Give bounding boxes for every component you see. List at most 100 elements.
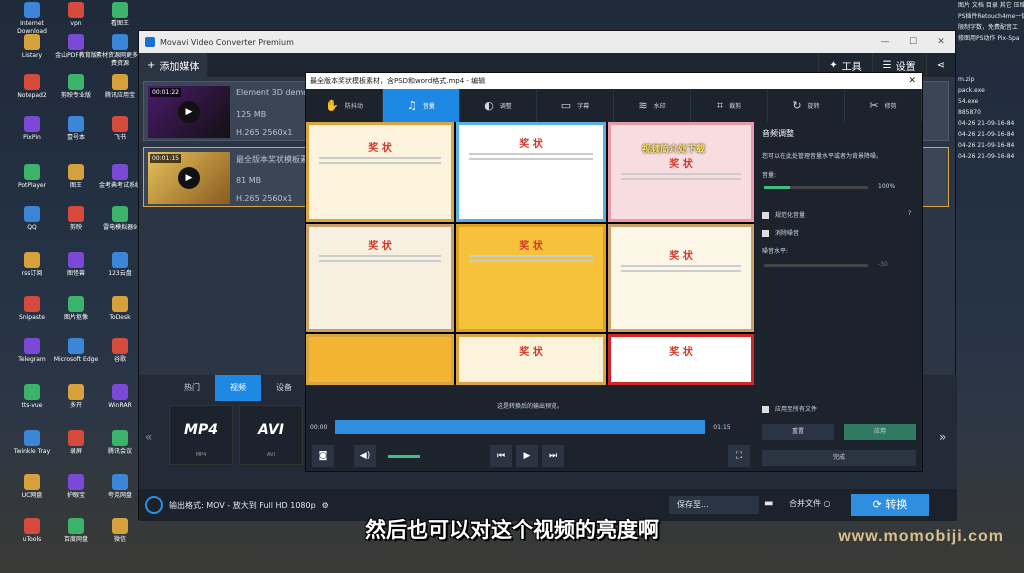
- done-button[interactable]: 完成: [762, 450, 916, 466]
- file-entry[interactable]: 图片 文档 目录 其它 压缩: [958, 0, 1024, 11]
- help-icon[interactable]: ?: [908, 210, 911, 217]
- play-button[interactable]: ▶: [516, 445, 538, 467]
- next-button[interactable]: ⏭: [542, 445, 564, 467]
- timeline[interactable]: 00:00 01:15: [310, 419, 750, 435]
- volume-slider[interactable]: [764, 186, 868, 189]
- apply-all-checkbox[interactable]: 应用至所有文件: [762, 404, 817, 413]
- desktop-icon[interactable]: 图片抠像: [52, 296, 100, 322]
- desktop-icon[interactable]: Twinkle Tray: [8, 430, 56, 456]
- noise-slider[interactable]: [764, 264, 868, 267]
- file-entry[interactable]: 54.exe: [958, 96, 1024, 107]
- tab-video[interactable]: 视频: [215, 375, 261, 401]
- file-entry[interactable]: PS插件Retouch4me一键磨皮液钢衣服: [958, 11, 1024, 22]
- desktop-icon[interactable]: Snipaste: [8, 296, 56, 322]
- desktop-icon[interactable]: Listary: [8, 34, 56, 60]
- normalize-checkbox[interactable]: 规范化音量: [762, 210, 805, 219]
- desktop-icon[interactable]: Internet Download: [8, 2, 56, 36]
- timeline-bar[interactable]: [335, 420, 706, 434]
- tab-trim[interactable]: ✂ 修剪: [845, 89, 922, 122]
- desktop-icon[interactable]: 夸克网盘: [96, 474, 144, 500]
- desktop-icon[interactable]: tts-vue: [8, 384, 56, 410]
- file-entry[interactable]: 885870: [958, 107, 1024, 118]
- close-icon[interactable]: ✕: [908, 76, 916, 86]
- format-avi[interactable]: AVI AVI: [239, 405, 303, 465]
- file-entry[interactable]: m.zip: [958, 74, 1024, 85]
- play-icon[interactable]: ▶: [178, 167, 200, 189]
- mute-button[interactable]: ◀): [354, 445, 376, 467]
- snapshot-button[interactable]: ◙: [312, 445, 334, 467]
- desktop-icon[interactable]: PotPlayer: [8, 164, 56, 190]
- desktop-icon[interactable]: QQ: [8, 206, 56, 232]
- desktop-icon[interactable]: 图王: [52, 164, 100, 190]
- file-entry[interactable]: 限制字数，免费配音工: [958, 22, 1024, 33]
- desktop-icon[interactable]: 剪映: [52, 206, 100, 232]
- desktop-icon[interactable]: 雷电模拟器9: [96, 206, 144, 232]
- save-to-field[interactable]: 保存至...: [669, 496, 759, 514]
- file-entry[interactable]: 04-26 21-09-16-84: [958, 151, 1024, 162]
- reset-button[interactable]: 重置: [762, 424, 834, 440]
- denoise-checkbox[interactable]: 消除噪音: [762, 228, 799, 237]
- share-button[interactable]: ⋖: [925, 53, 955, 77]
- file-entry[interactable]: 04-26 21-09-16-84: [958, 118, 1024, 129]
- folder-icon[interactable]: ▬: [764, 498, 773, 509]
- desktop-icon[interactable]: PixPin: [8, 116, 56, 142]
- desktop-icon[interactable]: 看图王: [96, 2, 144, 28]
- tab-crop[interactable]: ⌗ 裁剪: [691, 89, 768, 122]
- desktop-icon[interactable]: 谷歌: [96, 338, 144, 364]
- maximize-button[interactable]: ☐: [899, 37, 927, 47]
- desktop-icon[interactable]: 123云盘: [96, 252, 144, 278]
- desktop-icon[interactable]: UC网盘: [8, 474, 56, 500]
- file-entry[interactable]: pack.exe: [958, 85, 1024, 96]
- desktop-icon[interactable]: 多开: [52, 384, 100, 410]
- file-thumbnail[interactable]: 00:01:22 ▶: [148, 86, 230, 138]
- desktop-icon[interactable]: ToDesk: [96, 296, 144, 322]
- desktop-icon[interactable]: 图怪兽: [52, 252, 100, 278]
- desktop-icon[interactable]: 护眼宝: [52, 474, 100, 500]
- convert-button[interactable]: ⟳ 转换: [851, 494, 929, 516]
- desktop-icon[interactable]: 素材资源网更多免费资源: [96, 34, 144, 68]
- file-entry[interactable]: 04-26 21-09-16-84: [958, 140, 1024, 151]
- desktop-icon[interactable]: 录屏: [52, 430, 100, 456]
- video-preview[interactable]: 奖 状 奖 状 奖 状 奖 状 奖 状 奖 状 奖 状 奖 状 视频简介处下载: [306, 122, 754, 385]
- scroll-left-icon[interactable]: «: [145, 430, 152, 444]
- file-entry[interactable]: 修图用PS动作 Pix-Spa: [958, 33, 1024, 44]
- tab-stabilize[interactable]: ✋ 防抖动: [306, 89, 383, 122]
- desktop-icon[interactable]: Microsoft Edge: [52, 338, 100, 364]
- apply-button[interactable]: 应用: [844, 424, 916, 440]
- file-thumbnail[interactable]: 00:01:15 ▶: [148, 152, 230, 204]
- desktop-icon[interactable]: Notepad2: [8, 74, 56, 100]
- file-entry[interactable]: 04-26 21-09-16-84: [958, 129, 1024, 140]
- play-icon[interactable]: ▶: [178, 101, 200, 123]
- add-media-button[interactable]: + 添加媒体: [139, 53, 208, 77]
- volume-value[interactable]: 100%: [878, 183, 895, 190]
- merge-files-toggle[interactable]: 合并文件 ○: [789, 498, 831, 509]
- format-mp4[interactable]: MP4 MP4: [169, 405, 233, 465]
- tab-rotate[interactable]: ↻ 旋转: [768, 89, 845, 122]
- fullscreen-button[interactable]: ⛶: [728, 445, 750, 467]
- minimize-button[interactable]: —: [871, 37, 899, 47]
- desktop-icon[interactable]: 飞书: [96, 116, 144, 142]
- tab-watermark[interactable]: ≋ 水印: [614, 89, 691, 122]
- close-button[interactable]: ✕: [927, 37, 955, 47]
- desktop-icon[interactable]: 壹号本: [52, 116, 100, 142]
- gear-icon[interactable]: ⚙: [322, 501, 329, 510]
- tab-subtitle[interactable]: ▭ 字幕: [537, 89, 614, 122]
- desktop-icon[interactable]: WinRAR: [96, 384, 144, 410]
- output-format[interactable]: 输出格式: MOV - 放大到 Full HD 1080p: [169, 500, 316, 511]
- desktop-icon[interactable]: rss订阅: [8, 252, 56, 278]
- desktop-icon[interactable]: 金考典考试系统: [96, 164, 144, 190]
- noise-value[interactable]: -30: [878, 261, 888, 268]
- tab-adjust[interactable]: ◐ 调整: [460, 89, 537, 122]
- scroll-right-icon[interactable]: »: [939, 430, 946, 444]
- tab-audio[interactable]: ♫ 音量: [383, 89, 460, 122]
- desktop-icon[interactable]: 剪映专业版: [52, 74, 100, 100]
- desktop-icon[interactable]: 腾讯会议: [96, 430, 144, 456]
- prev-button[interactable]: ⏮: [490, 445, 512, 467]
- desktop-icon[interactable]: 金山PDF教育版: [52, 34, 100, 60]
- desktop-icon[interactable]: 腾讯应用宝: [96, 74, 144, 100]
- desktop-icon[interactable]: Telegram: [8, 338, 56, 364]
- tab-popular[interactable]: 热门: [169, 375, 215, 401]
- volume-slider[interactable]: [388, 455, 420, 458]
- tab-device[interactable]: 设备: [261, 375, 307, 401]
- desktop-icon[interactable]: vpn: [52, 2, 100, 28]
